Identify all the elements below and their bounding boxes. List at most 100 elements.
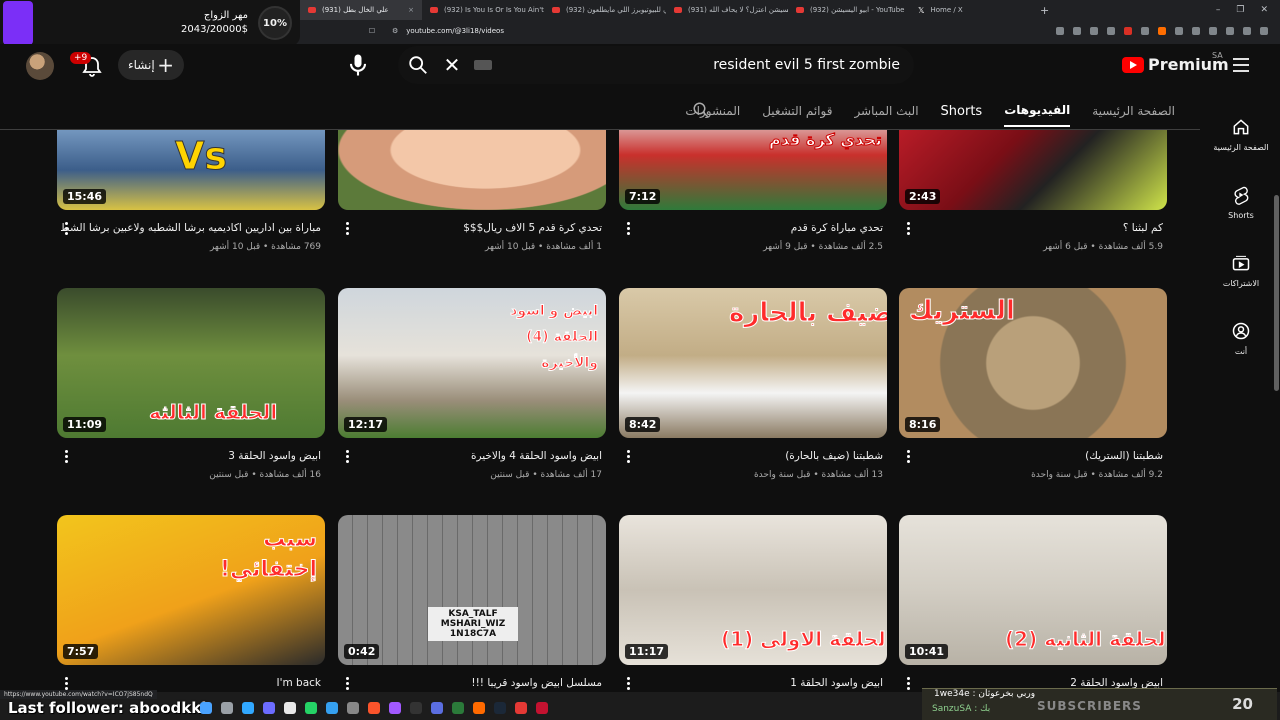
video-card[interactable]: ابيض و اسود الحلقة (4) والأخيرة 12:17 اب… [338, 288, 606, 488]
create-button[interactable]: إنشاء + [118, 50, 184, 80]
close-tab-icon[interactable]: × [408, 6, 414, 14]
tab-home[interactable]: الصفحة الرئيسية [1092, 96, 1175, 126]
app-icon[interactable] [305, 702, 317, 714]
video-card[interactable]: تحدي كرة قدم 7:12 تحدي مباراة كرة قدم 2.… [619, 130, 887, 260]
app-icon[interactable] [389, 702, 401, 714]
app-icon[interactable] [494, 702, 506, 714]
video-card[interactable]: الحلقة الثانيه (2) 10:41 ابيض واسود الحل… [899, 515, 1167, 715]
video-thumbnail[interactable]: الحلقة الاولى (1) 11:17 [619, 515, 887, 665]
video-title[interactable]: مسلسل ابيض واسود قريبا !!! [471, 677, 602, 689]
rail-item-shorts[interactable]: Shorts [1210, 168, 1272, 236]
search-icon[interactable] [407, 54, 429, 76]
microphone-icon[interactable] [344, 51, 372, 79]
browser-tab[interactable]: (932) تقييمي للبيوتيوبرز اللي مايطلعون [544, 0, 666, 20]
video-card[interactable]: 2:43 كم لبثنا ؟ 5.9 ألف مشاهدة • قبل 6 أ… [899, 130, 1167, 260]
browser-tab[interactable]: (931) ابيو اليسيشن اعتزل؟ لا يحاف الله! [666, 0, 788, 20]
extension-icon[interactable] [1158, 27, 1166, 35]
brave-shield-icon[interactable] [1124, 27, 1132, 35]
tab-playlists[interactable]: قوائم التشغيل [762, 96, 832, 126]
youtube-premium-logo[interactable]: Premium SA [1122, 51, 1229, 74]
extension-icon[interactable] [1175, 27, 1183, 35]
rail-item-you[interactable]: أنت [1210, 304, 1272, 372]
video-thumbnail[interactable]: Vs 15:46 [57, 130, 325, 210]
more-options-icon[interactable] [901, 450, 915, 468]
video-title[interactable]: ابيض واسود الحلقة 4 والاخيرة [471, 450, 602, 462]
video-thumbnail[interactable]: ضيف بالحارة 8:42 [619, 288, 887, 438]
cast-icon[interactable] [1090, 27, 1098, 35]
search-box[interactable]: ✕ resident evil 5 first zombie [398, 46, 914, 84]
video-title[interactable]: I'm back [276, 677, 321, 689]
channel-search-icon[interactable] [692, 101, 710, 119]
more-options-icon[interactable] [901, 222, 915, 240]
more-options-icon[interactable] [621, 222, 635, 240]
app-icon[interactable] [368, 702, 380, 714]
video-thumbnail[interactable]: KSA_TALF MSHARI_WIZ 1N18C7A 0:42 [338, 515, 606, 665]
app-icon[interactable] [200, 702, 212, 714]
video-card[interactable]: الحلقة الاولى (1) 11:17 ابيض واسود الحلق… [619, 515, 887, 715]
hamburger-menu-icon[interactable] [1232, 57, 1250, 73]
app-icon[interactable] [452, 702, 464, 714]
video-title[interactable]: تحدي مباراة كرة قدم [791, 222, 883, 234]
browser-tab[interactable]: 𝕏 Home / X [910, 0, 1032, 20]
extension-icon[interactable] [1226, 27, 1234, 35]
app-icon[interactable] [347, 702, 359, 714]
more-options-icon[interactable] [621, 450, 635, 468]
extension-icon[interactable] [1192, 27, 1200, 35]
search-input[interactable]: resident evil 5 first zombie [713, 57, 900, 73]
close-window-icon[interactable]: ✕ [1260, 5, 1268, 15]
video-card[interactable]: سبب إختفائي! 7:57 I'm back [57, 515, 325, 715]
video-thumbnail[interactable]: 2:43 [899, 130, 1167, 210]
tab-shorts[interactable]: Shorts [941, 96, 983, 127]
video-title[interactable]: ابيض واسود الحلقة 1 [790, 677, 883, 689]
app-icon[interactable] [263, 702, 275, 714]
app-icon[interactable] [515, 702, 527, 714]
app-icon[interactable] [242, 702, 254, 714]
profile-icon[interactable] [1243, 27, 1251, 35]
keyboard-icon[interactable] [474, 60, 492, 70]
app-icon[interactable] [536, 702, 548, 714]
video-title[interactable]: ابيض واسود الحلقة 3 [228, 450, 321, 462]
site-info-icon[interactable]: ⚙ [392, 27, 398, 35]
video-card[interactable]: الستريك 8:16 شطبتنا (الستريك) 9.2 ألف مش… [899, 288, 1167, 488]
video-title[interactable]: مباراة بين اداريين اكاديميه برشا الشطبه … [61, 222, 321, 234]
tab-live[interactable]: البث المباشر [854, 96, 918, 126]
more-options-icon[interactable] [340, 450, 354, 468]
browser-tab[interactable]: (931) علي الخال بطل × [300, 0, 422, 20]
video-title[interactable]: شطبتنا (ضيف بالحارة) [785, 450, 883, 462]
page-scrollbar[interactable] [1274, 195, 1279, 391]
rail-item-home[interactable]: الصفحة الرئيسية [1210, 100, 1272, 168]
video-title[interactable]: تحدي كرة قدم 5 الاف ريال$$$ [463, 222, 602, 234]
video-card[interactable]: تحدي كرة قدم 5 الاف ريال$$$ 1 ألف مشاهدة… [338, 130, 606, 260]
video-thumbnail[interactable]: ابيض و اسود الحلقة (4) والأخيرة 12:17 [338, 288, 606, 438]
clear-search-icon[interactable]: ✕ [438, 53, 466, 77]
extension-icon[interactable] [1209, 27, 1217, 35]
translate-icon[interactable] [1056, 27, 1064, 35]
minimize-icon[interactable]: – [1216, 5, 1221, 15]
video-thumbnail[interactable]: تحدي كرة قدم 7:12 [619, 130, 887, 210]
browser-tab[interactable]: (932) Is You Is Or Is You Ain't My Ba [422, 0, 544, 20]
video-card[interactable]: Vs 15:46 مباراة بين اداريين اكاديميه برش… [57, 130, 325, 260]
video-card[interactable]: ضيف بالحارة 8:42 شطبتنا (ضيف بالحارة) 13… [619, 288, 887, 488]
more-options-icon[interactable] [340, 222, 354, 240]
tab-videos[interactable]: الفيديوهات [1004, 95, 1071, 127]
app-icon[interactable] [473, 702, 485, 714]
new-tab-button[interactable]: + [1032, 4, 1057, 17]
bookmark-icon[interactable]: ☐ [352, 27, 392, 35]
app-icon[interactable] [221, 702, 233, 714]
share-icon[interactable] [1107, 27, 1115, 35]
video-title[interactable]: كم لبثنا ؟ [1123, 222, 1163, 234]
url-text[interactable]: youtube.com/@3li18/videos [406, 27, 504, 35]
avatar[interactable] [26, 52, 54, 80]
more-options-icon[interactable] [59, 450, 73, 468]
app-icon[interactable] [431, 702, 443, 714]
rail-item-subscriptions[interactable]: الاشتراكات [1210, 236, 1272, 304]
app-icon[interactable] [284, 702, 296, 714]
maximize-icon[interactable]: ❐ [1236, 5, 1244, 15]
app-icon[interactable] [410, 702, 422, 714]
video-thumbnail[interactable]: الحلقة الثانيه (2) 10:41 [899, 515, 1167, 665]
browser-tab[interactable]: (932) ابيو اليسيشن - YouTube [788, 0, 910, 20]
video-thumbnail[interactable]: الحلقة الثالثه 11:09 [57, 288, 325, 438]
video-card[interactable]: KSA_TALF MSHARI_WIZ 1N18C7A 0:42 مسلسل ا… [338, 515, 606, 715]
app-icon[interactable] [326, 702, 338, 714]
menu-icon[interactable] [1260, 27, 1268, 35]
